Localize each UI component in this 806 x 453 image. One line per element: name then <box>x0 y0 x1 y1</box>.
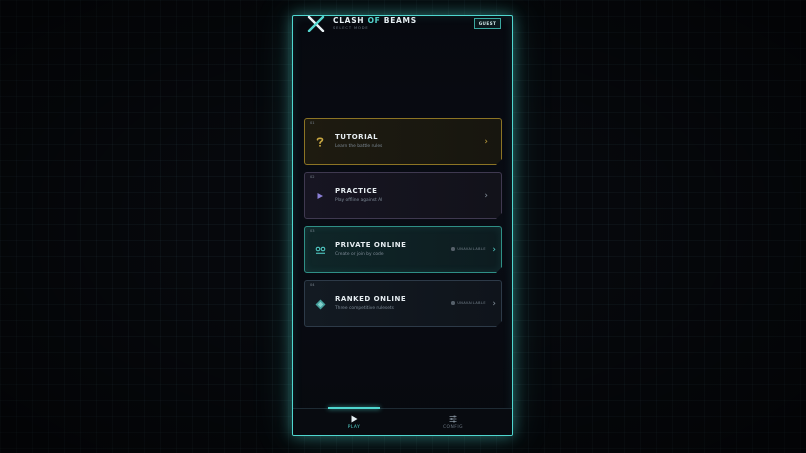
mode-number: 03 <box>310 229 315 233</box>
mode-description: Play offline against AI <box>335 198 383 203</box>
link-icon <box>314 244 326 256</box>
mode-card-private-online[interactable]: 03 PRIVATE ONLINE Create or join by code… <box>304 226 502 273</box>
chevron-right-icon: › <box>484 137 488 147</box>
mode-number: 01 <box>310 121 315 125</box>
status-dot-icon <box>451 247 455 251</box>
mode-card-tutorial[interactable]: 01 TUTORIAL Learn the battle rules › <box>304 118 502 165</box>
status-text: UNAVAILABLE <box>457 247 486 251</box>
chevron-right-icon: › <box>492 245 496 255</box>
status-text: UNAVAILABLE <box>457 301 486 305</box>
mode-name: RANKED ONLINE <box>335 295 407 303</box>
play-icon <box>351 415 358 423</box>
app-title-accent: OF <box>367 16 381 25</box>
play-icon <box>314 190 326 202</box>
mode-number: 04 <box>310 283 315 287</box>
mode-number: 02 <box>310 175 315 179</box>
app-title-part2: BEAMS <box>380 16 417 25</box>
active-tab-indicator <box>328 407 380 409</box>
mode-description: Learn the battle rules <box>335 144 383 149</box>
mode-name: PRACTICE <box>335 187 378 195</box>
app-title: CLASH OF BEAMS <box>333 16 417 25</box>
question-mark-icon <box>314 136 326 148</box>
bottom-nav: PLAY CONFIG <box>293 407 512 435</box>
nav-tab-play[interactable]: PLAY <box>324 413 384 433</box>
app-title-part1: CLASH <box>333 16 368 25</box>
app-frame: CLASH OF BEAMS SELECT MODE GUEST 01 TUTO… <box>292 15 513 436</box>
mode-card-ranked-online[interactable]: 04 RANKED ONLINE Three competitive rules… <box>304 280 502 327</box>
nav-tab-label: PLAY <box>347 425 361 430</box>
chevron-right-icon: › <box>492 299 496 309</box>
sliders-icon <box>449 415 457 423</box>
status-dot-icon <box>451 301 455 305</box>
screen-subtitle: SELECT MODE <box>333 26 369 30</box>
guest-button[interactable]: GUEST <box>474 18 501 29</box>
unavailable-badge: UNAVAILABLE <box>451 301 486 305</box>
crossed-beams-logo-icon <box>307 16 325 32</box>
mode-card-practice[interactable]: 02 PRACTICE Play offline against AI › <box>304 172 502 219</box>
mode-name: PRIVATE ONLINE <box>335 241 407 249</box>
unavailable-badge: UNAVAILABLE <box>451 247 486 251</box>
mode-name: TUTORIAL <box>335 133 379 141</box>
nav-tab-label: CONFIG <box>442 425 464 430</box>
nav-tab-config[interactable]: CONFIG <box>423 413 483 433</box>
diamond-icon <box>314 298 326 310</box>
mode-description: Three competitive rulesets <box>335 306 394 311</box>
mode-description: Create or join by code <box>335 252 384 257</box>
chevron-right-icon: › <box>484 191 488 201</box>
